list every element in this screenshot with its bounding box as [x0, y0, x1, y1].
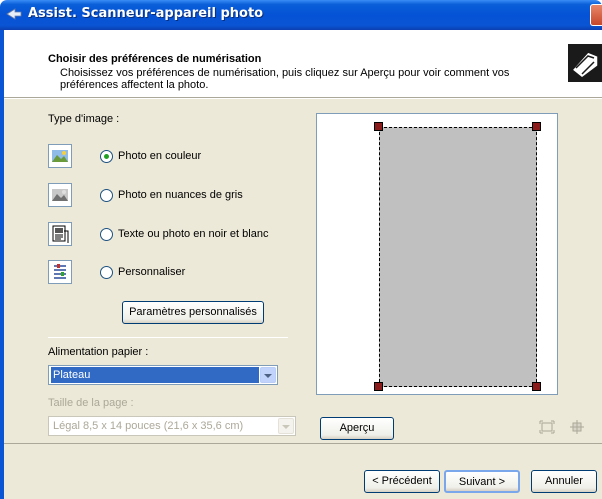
bw-text-icon[interactable] — [48, 222, 72, 246]
scanner-icon — [568, 44, 602, 82]
radio-color-photo[interactable] — [100, 150, 113, 163]
wizard-body: Type d'image : Photo en couleur Photo en… — [4, 99, 602, 443]
scan-preview-area[interactable] — [316, 113, 558, 395]
paper-source-select[interactable]: Plateau — [48, 365, 278, 385]
radio-grayscale-photo[interactable] — [100, 189, 113, 202]
grayscale-photo-icon[interactable] — [48, 183, 72, 207]
back-button[interactable]: < Précédent — [364, 470, 440, 493]
zoom-in-icon[interactable] — [569, 420, 585, 434]
chevron-down-icon — [278, 418, 294, 434]
page-title: Choisir des préférences de numérisation — [48, 53, 262, 65]
crop-handle-top-left[interactable] — [374, 122, 383, 131]
title-bar: Assist. Scanneur-appareil photo — [0, 0, 602, 30]
crop-handle-bottom-left[interactable] — [374, 382, 383, 391]
option-label-bw-text[interactable]: Texte ou photo en noir et blanc — [118, 228, 268, 240]
radio-custom[interactable] — [100, 266, 113, 279]
custom-settings-icon[interactable] — [48, 260, 72, 284]
paper-source-value: Plateau — [51, 367, 259, 383]
custom-settings-button[interactable]: Paramètres personnalisés — [122, 301, 264, 324]
chevron-down-icon[interactable] — [260, 367, 276, 383]
page-size-value: Légal 8,5 x 14 pouces (21,6 x 35,6 cm) — [53, 420, 244, 432]
wizard-footer: < Précédent Suivant > Annuler — [4, 443, 602, 499]
wizard-header: Choisir des préférences de numérisation … — [4, 30, 602, 98]
crop-handle-top-right[interactable] — [532, 122, 541, 131]
scan-region[interactable] — [379, 127, 537, 387]
preview-button[interactable]: Aperçu — [320, 417, 394, 440]
zoom-fit-icon[interactable] — [539, 420, 555, 434]
page-size-select: Légal 8,5 x 14 pouces (21,6 x 35,6 cm) — [48, 416, 296, 436]
cancel-button[interactable]: Annuler — [531, 470, 597, 493]
color-photo-icon[interactable] — [48, 144, 72, 168]
paper-source-label: Alimentation papier : — [48, 346, 149, 358]
image-type-label: Type d'image : — [48, 113, 120, 125]
radio-bw-text[interactable] — [100, 228, 113, 241]
window-title: Assist. Scanneur-appareil photo — [28, 6, 264, 21]
option-label-color-photo[interactable]: Photo en couleur — [118, 150, 201, 162]
scanner-wizard-icon — [6, 8, 22, 20]
next-button[interactable]: Suivant > — [444, 470, 520, 493]
page-size-label: Taille de la page : — [48, 397, 134, 409]
close-button[interactable] — [590, 4, 602, 26]
section-divider — [48, 337, 288, 338]
page-description: Choisissez vos préférences de numérisati… — [60, 67, 510, 91]
option-label-grayscale-photo[interactable]: Photo en nuances de gris — [118, 189, 243, 201]
crop-handle-bottom-right[interactable] — [532, 382, 541, 391]
option-label-custom[interactable]: Personnaliser — [118, 266, 185, 278]
